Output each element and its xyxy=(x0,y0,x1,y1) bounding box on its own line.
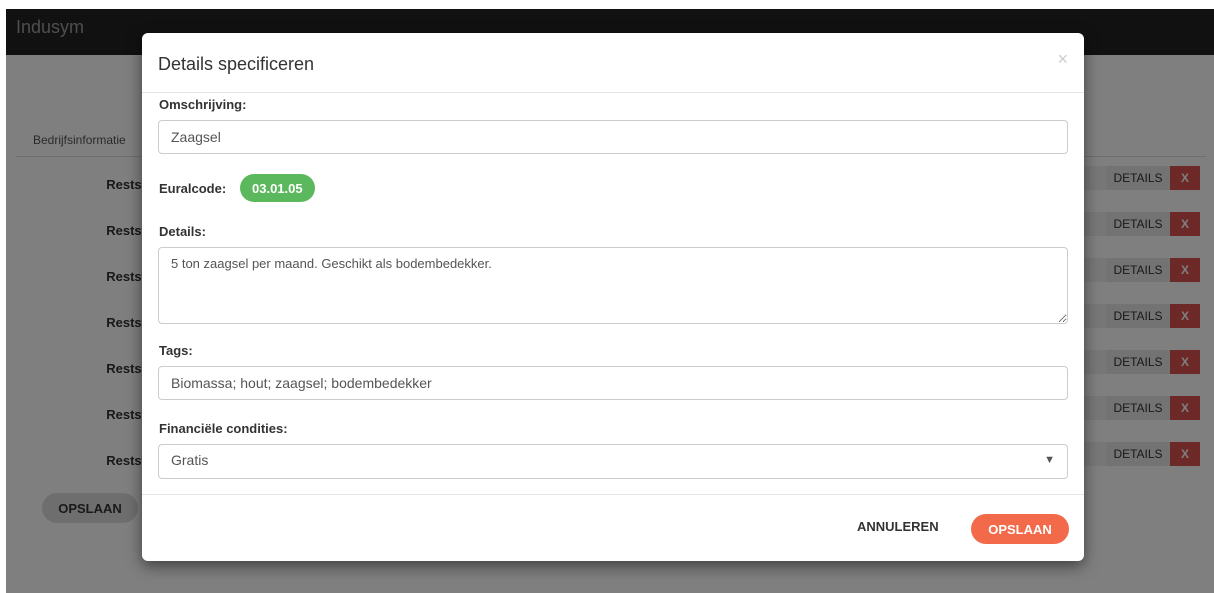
financial-conditions-label: Financiële condities: xyxy=(159,421,288,436)
tags-label: Tags: xyxy=(159,343,193,358)
euralcode-label: Euralcode: xyxy=(159,181,227,196)
euralcode-badge: 03.01.05 xyxy=(240,174,315,202)
modal-header: Details specificeren × xyxy=(142,33,1084,93)
chevron-down-icon: ▼ xyxy=(1044,454,1055,466)
details-label: Details: xyxy=(159,224,206,239)
tags-input[interactable] xyxy=(158,366,1068,400)
modal-title: Details specificeren xyxy=(158,54,315,74)
close-icon[interactable]: × xyxy=(1057,49,1068,70)
financial-conditions-select[interactable]: Gratis ▼ xyxy=(158,444,1068,479)
description-input[interactable] xyxy=(158,120,1068,154)
save-button[interactable]: OPSLAAN xyxy=(971,514,1069,544)
modal-footer: ANNULEREN OPSLAAN xyxy=(142,494,1084,561)
details-textarea[interactable]: 5 ton zaagsel per maand. Geschikt als bo… xyxy=(158,247,1068,324)
cancel-button[interactable]: ANNULEREN xyxy=(857,519,939,534)
description-label: Omschrijving: xyxy=(159,97,247,112)
details-modal: Details specificeren × Omschrijving: Eur… xyxy=(142,33,1084,561)
financial-conditions-value: Gratis xyxy=(171,452,209,468)
